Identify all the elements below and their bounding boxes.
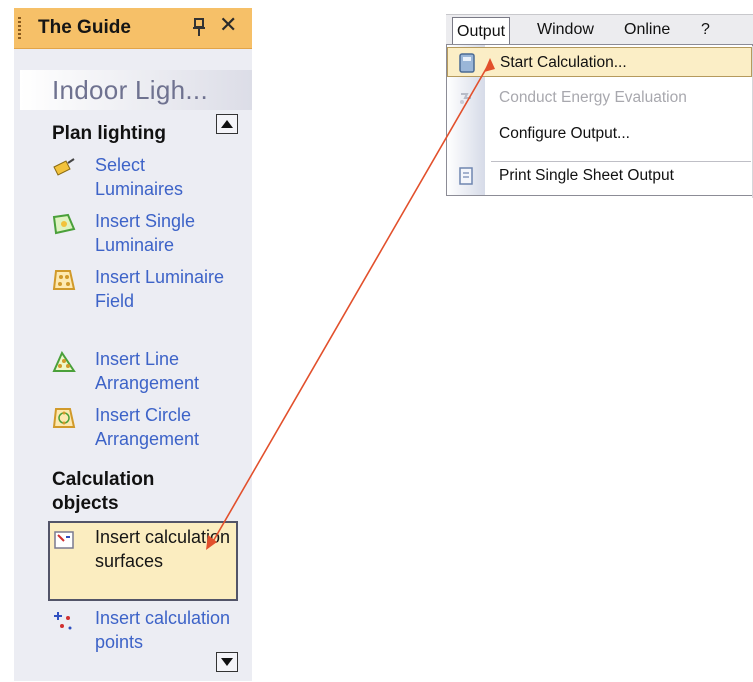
output-dropdown-menu: Start Calculation... Conduct Energy Eval… (446, 44, 753, 196)
task-insert-calculation-points[interactable]: Insert calculation points (48, 606, 238, 682)
task-select-luminaires[interactable]: Select Luminaires (48, 153, 238, 205)
menu-item-start-calculation[interactable]: Start Calculation... (447, 47, 752, 77)
menu-item-label: Print Single Sheet Output (499, 167, 674, 184)
menu-item-print-single-sheet-output[interactable]: Print Single Sheet Output (447, 161, 752, 191)
pin-icon[interactable] (191, 17, 207, 37)
triangle-up-icon (221, 120, 233, 128)
guide-title: The Guide (38, 17, 131, 38)
menu-item-label: Conduct Energy Evaluation (499, 89, 687, 106)
menu-help[interactable]: ? (701, 20, 710, 40)
task-insert-luminaire-field[interactable]: Insert Luminaire Field (48, 265, 238, 341)
guide-titlebar[interactable]: The Guide ✕ (14, 8, 252, 49)
task-label: Insert Luminaire Field (95, 267, 225, 311)
menu-item-configure-output[interactable]: Configure Output... (447, 119, 752, 149)
task-label: Insert calculation points (95, 608, 231, 652)
energy-icon (460, 93, 471, 104)
triangle-down-icon (221, 658, 233, 666)
task-insert-calculation-surfaces[interactable]: Insert calculation surfaces (48, 521, 238, 601)
grip-handle[interactable] (18, 17, 21, 39)
calculation-surface-icon (54, 531, 74, 549)
menu-output[interactable]: Output (452, 17, 511, 46)
menu-item-conduct-energy-evaluation[interactable]: Conduct Energy Evaluation (447, 83, 752, 113)
menu-item-label: Configure Output... (499, 125, 630, 142)
group-title-calculation-objects: Calculation objects (52, 469, 155, 514)
calculation-points-icon (54, 612, 72, 630)
group-title-plan-lighting: Plan lighting (52, 123, 166, 144)
task-label: Insert Circle Arrangement (95, 405, 200, 449)
menu-bar: Output Window Online ? (446, 14, 753, 46)
scroll-up-button[interactable] (216, 114, 238, 134)
section-header[interactable]: Indoor Ligh... (20, 70, 252, 110)
task-label: Insert Line Arrangement (95, 349, 200, 393)
luminaire-select-icon (53, 158, 75, 176)
scroll-down-button[interactable] (216, 652, 238, 672)
menu-item-label: Start Calculation... (500, 54, 627, 71)
section-title: Indoor Ligh... (52, 75, 208, 105)
guide-panel: The Guide ✕ Indoor Ligh... Plan lighting… (14, 8, 252, 681)
circle-arrangement-icon (52, 408, 76, 428)
task-insert-circle-arrangement[interactable]: Insert Circle Arrangement (48, 403, 238, 455)
single-luminaire-icon (52, 213, 76, 235)
task-insert-line-arrangement[interactable]: Insert Line Arrangement (48, 347, 238, 399)
task-label: Insert Single Luminaire (95, 211, 196, 255)
menu-window[interactable]: Window (537, 20, 594, 40)
print-sheet-icon (459, 167, 473, 185)
calculator-icon (459, 53, 475, 73)
menu-online[interactable]: Online (624, 20, 670, 40)
task-label: Select Luminaires (95, 155, 184, 199)
close-icon[interactable]: ✕ (219, 13, 239, 37)
luminaire-field-icon (52, 270, 76, 290)
task-label: Insert calculation surfaces (95, 527, 231, 571)
task-insert-single-luminaire[interactable]: Insert Single Luminaire (48, 209, 238, 261)
line-arrangement-icon (52, 351, 76, 372)
